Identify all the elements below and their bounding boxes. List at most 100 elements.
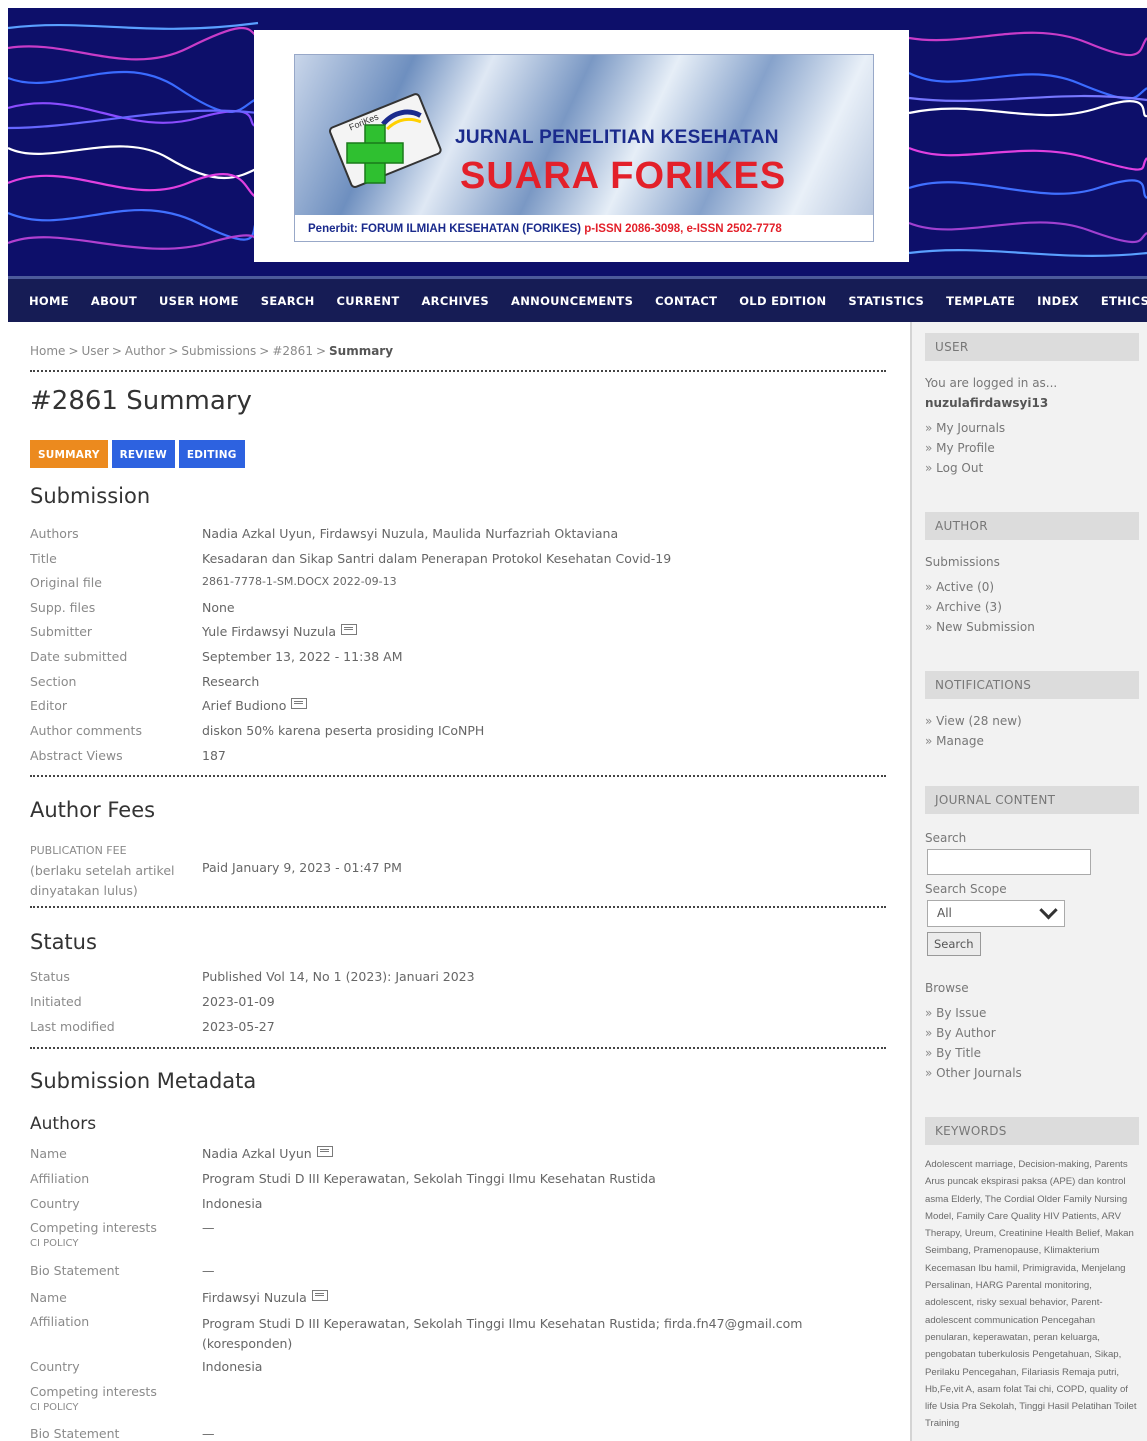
- breadcrumb-sep: >: [111, 344, 122, 358]
- email-envelope-icon[interactable]: [311, 1290, 328, 1301]
- row-label: Title: [30, 551, 57, 566]
- sidebar-link-by-issue[interactable]: By Issue: [925, 1006, 986, 1020]
- sidebar-link-log-out[interactable]: Log Out: [925, 461, 983, 475]
- row-value: Indonesia: [202, 1196, 263, 1211]
- nav-archives[interactable]: ARCHIVES: [421, 294, 489, 308]
- keyword-cloud[interactable]: Adolescent marriage, Decision-making, Pa…: [925, 1156, 1141, 1433]
- sidebar-author-heading: AUTHOR: [925, 512, 1139, 540]
- nav-old-edition[interactable]: OLD EDITION: [739, 294, 826, 308]
- breadcrumb-author[interactable]: Author: [125, 344, 165, 358]
- row-value: Research: [202, 674, 260, 689]
- divider: [30, 906, 886, 908]
- competing-label: Competing interests: [30, 1220, 157, 1235]
- email-envelope-icon[interactable]: [316, 1146, 333, 1157]
- status-heading: Status: [30, 930, 97, 954]
- nav-contact[interactable]: CONTACT: [655, 294, 717, 308]
- row-value: Firdawsyi Nuzula: [202, 1290, 882, 1305]
- breadcrumb-current: Summary: [329, 344, 394, 358]
- row-label: Initiated: [30, 994, 82, 1009]
- row-label: Bio Statement: [30, 1426, 120, 1441]
- breadcrumb-submission-id[interactable]: #2861: [272, 344, 313, 358]
- sidebar-link-new-submission[interactable]: New Submission: [925, 620, 1035, 634]
- sidebar-search-button[interactable]: Search: [927, 932, 981, 956]
- forikes-emblem-icon: ForiKes: [329, 93, 442, 188]
- status-value-link[interactable]: Published Vol 14, No 1 (2023): Januari 2…: [202, 969, 882, 984]
- logged-in-text: You are logged in as...: [925, 376, 1058, 390]
- row-label: Supp. files: [30, 600, 96, 615]
- breadcrumb-sep: >: [68, 344, 79, 358]
- sidebar-link-manage[interactable]: Manage: [925, 734, 984, 748]
- row-value: Nadia Azkal Uyun, Firdawsyi Nuzula, Maul…: [202, 526, 619, 541]
- nav-statistics[interactable]: STATISTICS: [848, 294, 924, 308]
- sidebar-link-other-journals[interactable]: Other Journals: [925, 1066, 1022, 1080]
- search-label: Search: [925, 831, 967, 845]
- row-value: diskon 50% karena peserta prosiding ICoN…: [202, 723, 485, 738]
- breadcrumb-submissions[interactable]: Submissions: [181, 344, 256, 358]
- tab-editing[interactable]: EDITING: [178, 440, 245, 468]
- row-label: Date submitted: [30, 649, 128, 664]
- sidebar-link-archive[interactable]: Archive (3): [925, 600, 1002, 614]
- row-label: Original file: [30, 575, 102, 590]
- email-envelope-icon[interactable]: [291, 698, 308, 709]
- breadcrumb-home[interactable]: Home: [30, 344, 65, 358]
- sidebar-link-my-profile[interactable]: My Profile: [925, 441, 995, 455]
- sidebar-link-by-author[interactable]: By Author: [925, 1026, 996, 1040]
- main-navbar: HOME ABOUT USER HOME SEARCH CURRENT ARCH…: [8, 276, 1147, 322]
- username: nuzulafirdawsyi13: [925, 396, 1049, 410]
- site-header-banner: ForiKes JURNAL PENELITIAN KESEHATAN SUAR…: [8, 8, 1147, 276]
- nav-current[interactable]: CURRENT: [337, 294, 400, 308]
- breadcrumb-user[interactable]: User: [82, 344, 109, 358]
- submissions-label: Submissions: [925, 555, 1000, 569]
- editor-name: Arief Budiono: [202, 698, 287, 713]
- sidebar-link-active[interactable]: Active (0): [925, 580, 994, 594]
- row-value: Arief Budiono: [202, 698, 882, 713]
- nav-ethics[interactable]: ETHICS: [1101, 294, 1147, 308]
- nav-home[interactable]: HOME: [29, 294, 69, 308]
- email-envelope-icon[interactable]: [341, 624, 357, 635]
- row-label: Affiliation: [30, 1171, 90, 1186]
- row-value: 187: [202, 748, 226, 763]
- search-scope-select[interactable]: All: [927, 900, 1065, 927]
- breadcrumb-sep: >: [168, 344, 179, 358]
- tab-summary[interactable]: SUMMARY: [30, 440, 108, 468]
- tab-review[interactable]: REVIEW: [111, 440, 175, 468]
- row-label: Name: [30, 1290, 67, 1305]
- row-label: Affiliation: [30, 1314, 90, 1329]
- submission-metadata-heading: Submission Metadata: [30, 1069, 257, 1093]
- nav-index[interactable]: INDEX: [1037, 294, 1079, 308]
- author-fees-heading: Author Fees: [30, 798, 156, 822]
- sidebar-journal-content-heading: JOURNAL CONTENT: [925, 786, 1139, 814]
- breadcrumb: Home > User > Author > Submissions > #2861 > Summa…: [30, 344, 393, 358]
- row-value: Program Studi D III Keperawatan, Sekolah…: [202, 1316, 803, 1351]
- journal-logo[interactable]: ForiKes JURNAL PENELITIAN KESEHATAN SUAR…: [254, 30, 909, 262]
- row-value: Yule Firdawsyi Nuzula: [202, 624, 882, 639]
- row-value: —: [202, 1220, 215, 1235]
- row-label: PUBLICATION FEE (berlaku setelah artikel …: [30, 840, 195, 901]
- sidebar-link-view-notifications[interactable]: View (28 new): [925, 714, 1022, 728]
- nav-search[interactable]: SEARCH: [261, 294, 315, 308]
- row-label: Editor: [30, 698, 67, 713]
- nav-announcements[interactable]: ANNOUNCEMENTS: [511, 294, 633, 308]
- page-title: #2861 Summary: [30, 386, 252, 416]
- row-label: Country: [30, 1359, 80, 1374]
- nav-about[interactable]: ABOUT: [91, 294, 137, 308]
- row-label: Author comments: [30, 723, 142, 738]
- row-value: —: [202, 1263, 215, 1278]
- fee-label-bottom: (berlaku setelah artikel dinyatakan lulu…: [30, 863, 175, 898]
- divider: [30, 370, 886, 372]
- ci-policy-link[interactable]: CI POLICY: [30, 1402, 195, 1413]
- sidebar-link-by-title[interactable]: By Title: [925, 1046, 981, 1060]
- row-label: Section: [30, 674, 77, 689]
- sidebar-link-my-journals[interactable]: My Journals: [925, 421, 1005, 435]
- nav-template[interactable]: TEMPLATE: [946, 294, 1015, 308]
- logo-issn-text: p-ISSN 2086-3098, e-ISSN 2502-7778: [584, 223, 782, 235]
- original-file-link[interactable]: 2861-7778-1-SM.DOCX 2022-09-13: [202, 575, 882, 588]
- ci-policy-link[interactable]: CI POLICY: [30, 1238, 195, 1249]
- sidebar-search-input[interactable]: [927, 849, 1091, 875]
- row-value: Nadia Azkal Uyun: [202, 1146, 882, 1161]
- logo-title-line2: SUARA FORIKES: [460, 155, 787, 197]
- logo-publisher-line: Penerbit: FORUM ILMIAH KESEHATAN (FORIKE…: [308, 223, 782, 235]
- row-value: 2023-01-09: [202, 994, 275, 1009]
- nav-user-home[interactable]: USER HOME: [159, 294, 239, 308]
- row-value: September 13, 2022 - 11:38 AM: [202, 649, 403, 664]
